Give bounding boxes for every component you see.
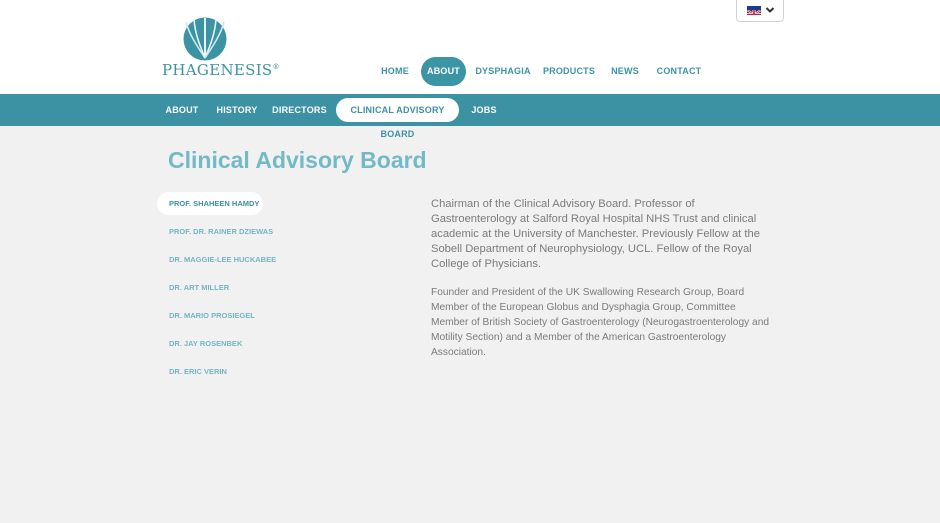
member-rainer-dziewas[interactable]: PROF. DR. RAINER DZIEWAS [157,220,273,243]
member-biography: Chairman of the Clinical Advisory Board.… [431,197,771,360]
member-jay-rosenbek[interactable]: DR. JAY ROSENBEK [157,332,242,355]
subnav-directors[interactable]: DIRECTORS [270,98,329,122]
nav-dysphagia[interactable]: DYSPHAGIA [474,57,532,86]
subnav-history[interactable]: HISTORY [212,98,262,122]
phagenesis-logo[interactable]: PHAGENESIS® [162,16,280,80]
site-header: PHAGENESIS® HOME ABOUT DYSPHAGIA PRODUCT… [0,0,940,94]
subnav-jobs[interactable]: JOBS [467,98,501,122]
chevron-down-icon [765,3,775,20]
uk-flag-icon [747,6,761,15]
biography-paragraph-1: Chairman of the Clinical Advisory Board.… [431,198,760,270]
biography-paragraph-2: Founder and President of the UK Swallowi… [431,287,770,358]
subnav-clinical-advisory-board[interactable]: CLINICAL ADVISORY BOARD [336,98,459,139]
nav-home[interactable]: HOME [376,57,414,86]
nav-news[interactable]: NEWS [606,57,644,86]
language-selector[interactable] [736,0,784,22]
nav-about[interactable]: ABOUT [421,57,466,86]
nav-products[interactable]: PRODUCTS [542,57,596,86]
sub-navigation: ABOUT HISTORY DIRECTORS CLINICAL ADVISOR… [0,94,940,139]
member-art-miller[interactable]: DR. ART MILLER [157,276,229,299]
member-mario-prosiegel[interactable]: DR. MARIO PROSIEGEL [157,304,255,327]
logo-wordmark: PHAGENESIS® [162,61,280,79]
member-shaheen-hamdy[interactable]: PROF. SHAHEEN HAMDY [157,192,263,215]
logo-emblem-icon [183,17,227,61]
member-eric-verin[interactable]: DR. ERIC VERIN [157,360,227,383]
page-title: Clinical Advisory Board [168,147,427,173]
nav-contact[interactable]: CONTACT [654,57,704,86]
member-maggie-lee-huckabee[interactable]: DR. MAGGIE-LEE HUCKABEE [157,248,276,271]
subnav-about[interactable]: ABOUT [160,98,204,122]
